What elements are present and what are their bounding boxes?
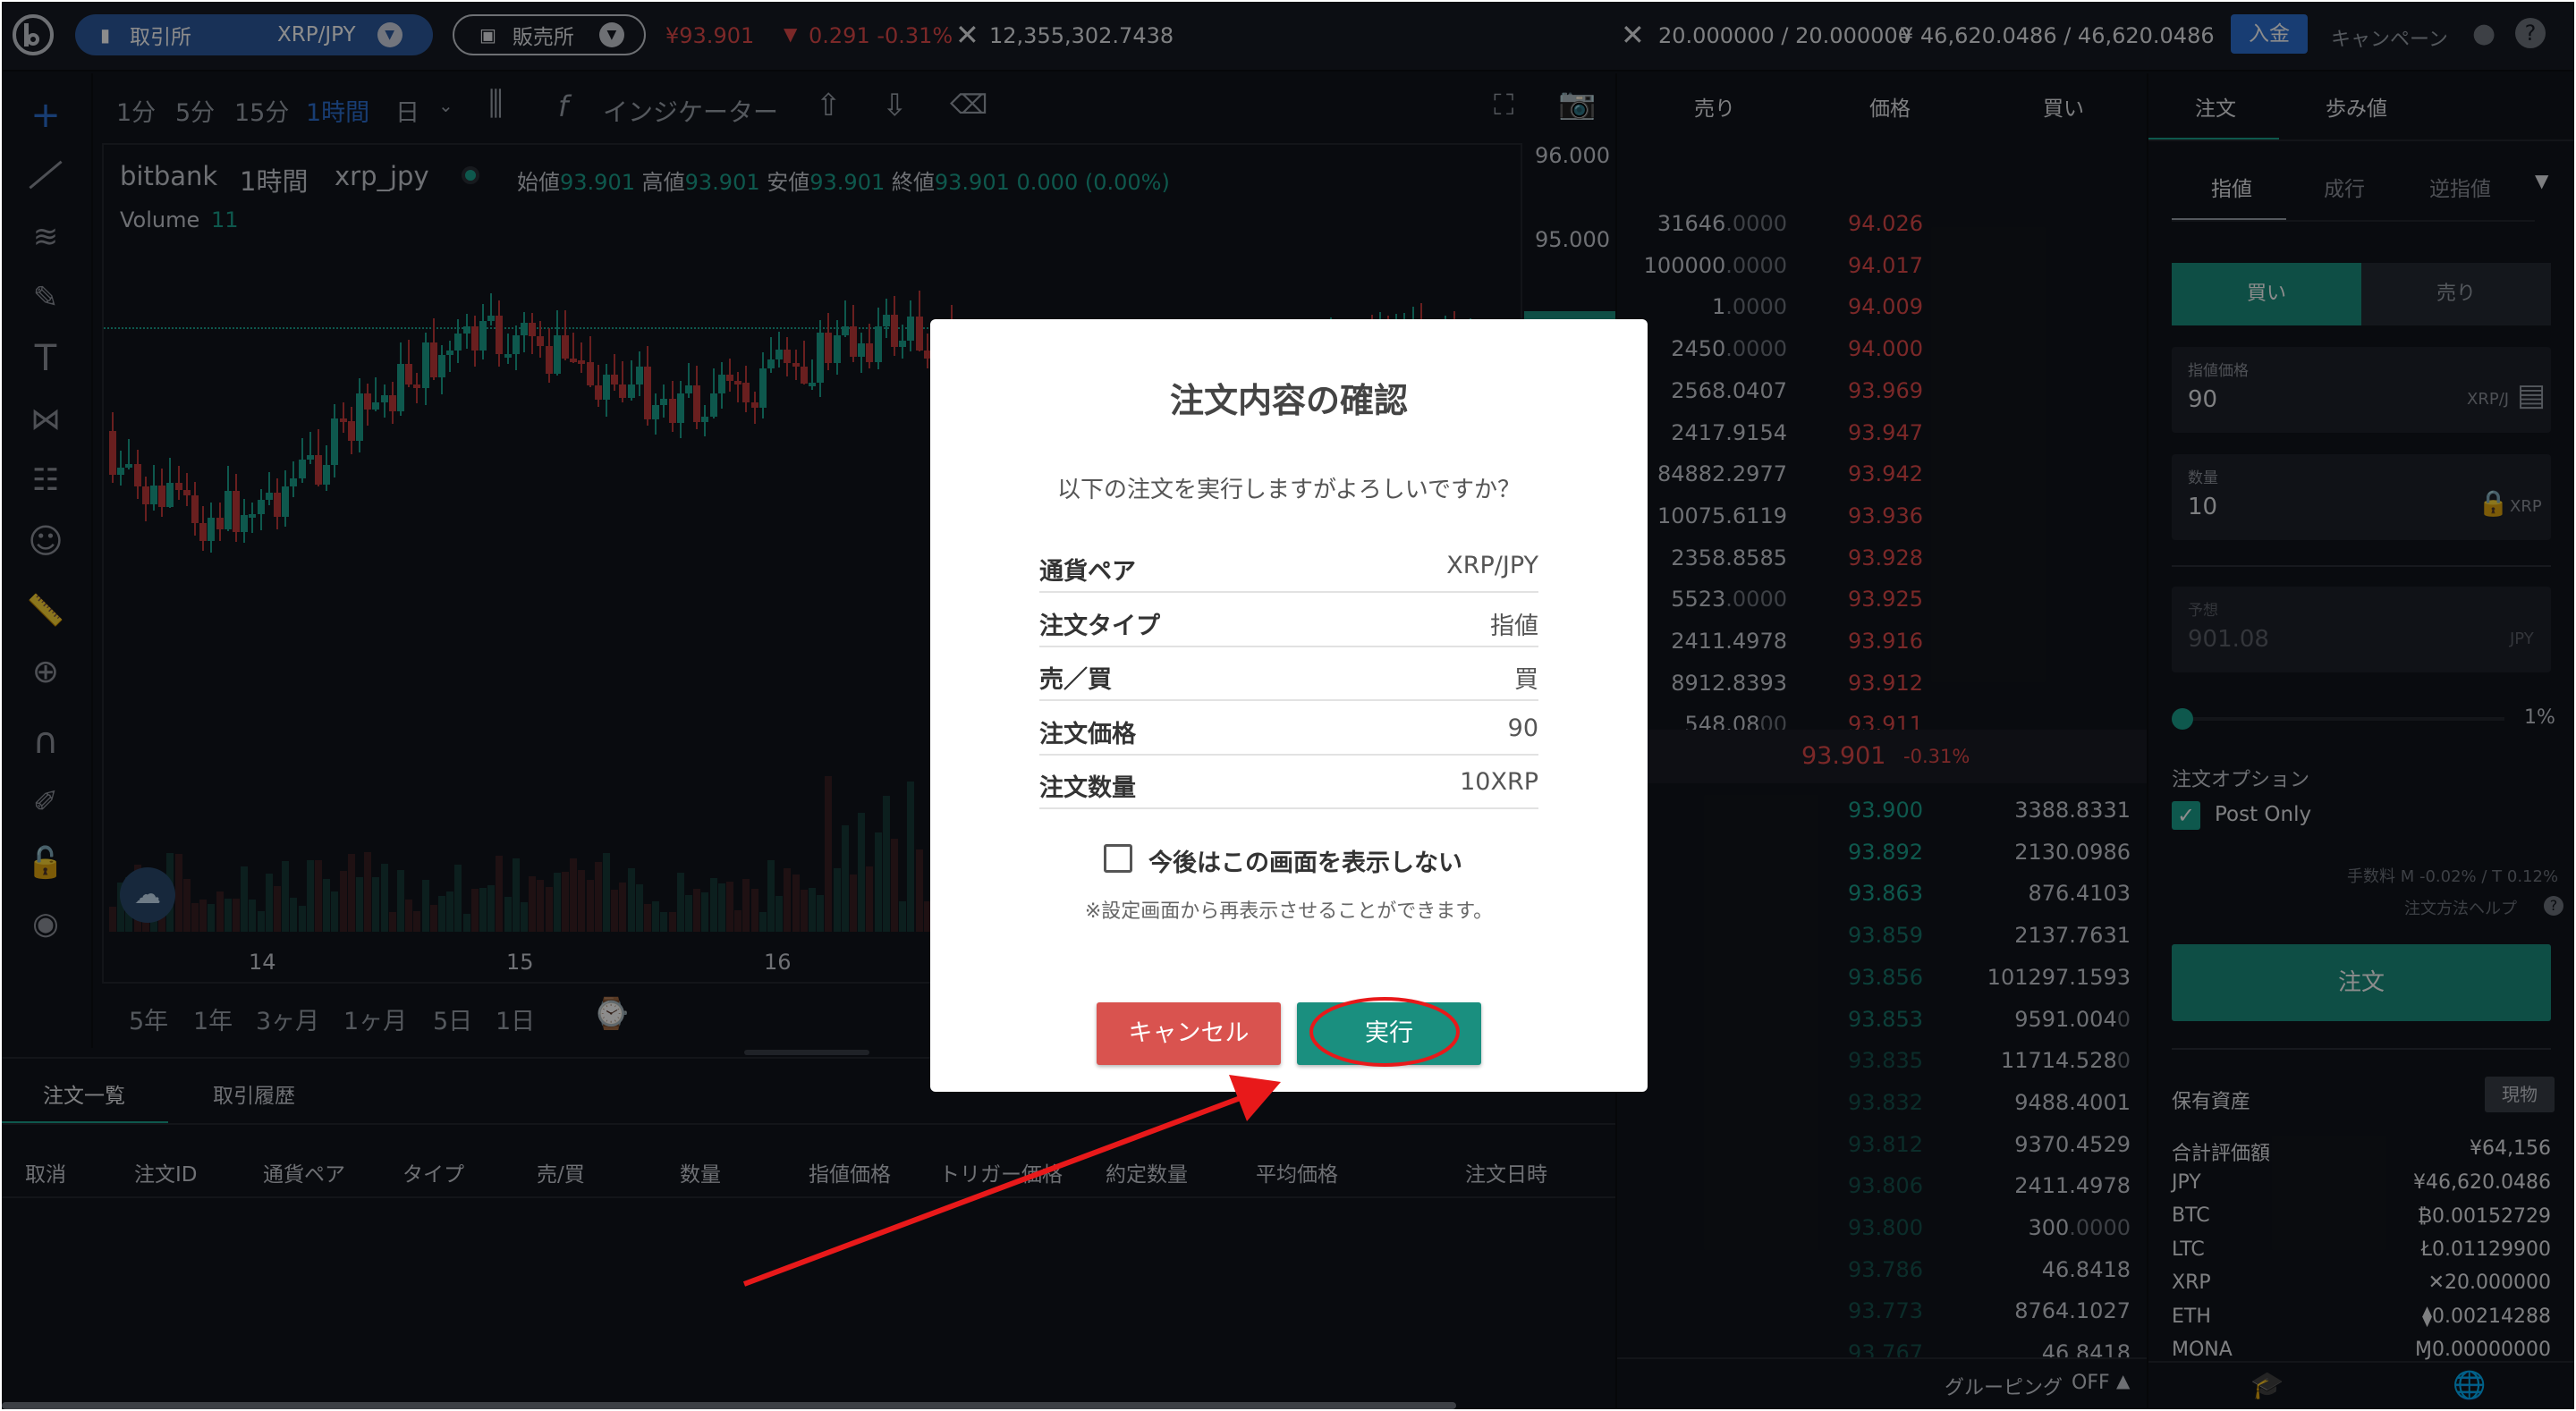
annotation-arrow: [742, 1094, 1247, 1287]
app-window: ▮ 取引所 XRP/JPY ▼ ▣ 販売所 ▼ ¥93.901 ▼ 0.291 …: [2, 2, 2574, 1409]
highlight-circle: [1309, 997, 1460, 1067]
annotation-overlay: [742, 997, 1460, 1287]
